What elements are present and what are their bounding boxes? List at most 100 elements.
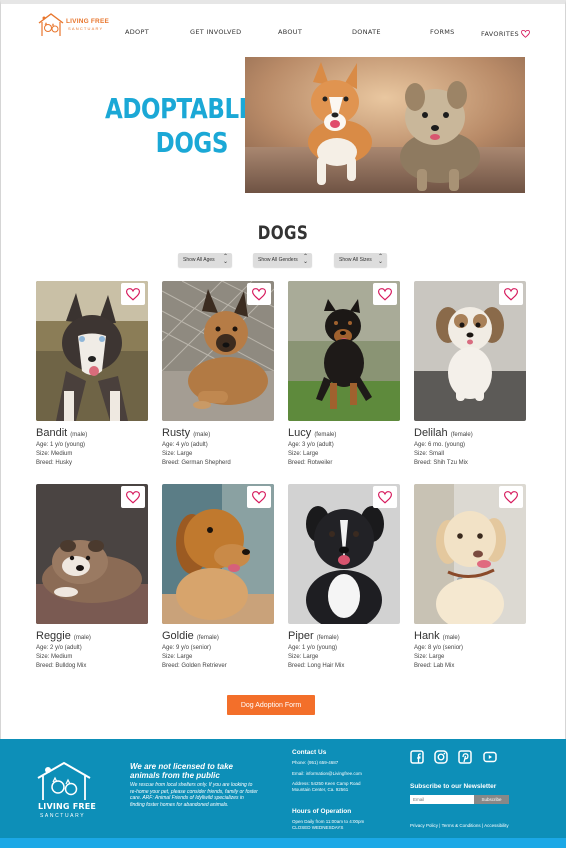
dog-sex: (male) (442, 635, 460, 641)
dog-name-line: Lucy (female) (288, 427, 336, 439)
dog-photo-shepherd[interactable] (162, 281, 274, 421)
dog-photo-long-hair[interactable] (288, 484, 400, 624)
newsletter-title: Subscribe to our Newsletter (410, 783, 497, 790)
size-filter-label: Show All Sizes (339, 257, 372, 263)
dog-photo-lab[interactable] (414, 484, 526, 624)
age-filter-select[interactable]: Show All Ages ⌃ ⌄ (178, 253, 232, 267)
newsletter-email-input[interactable] (410, 795, 474, 804)
heart-icon (252, 490, 266, 504)
dog-sex: (female) (450, 432, 473, 438)
dog-age: Age: 8 y/o (senior) (414, 645, 464, 651)
instagram-icon[interactable] (434, 750, 448, 764)
dog-photo-husky[interactable] (36, 281, 148, 421)
heart-icon (378, 490, 392, 504)
dog-name-line: Rusty (male) (162, 427, 210, 439)
footer-links: Privacy Policy | Terms & Conditions | Ac… (410, 823, 509, 828)
dog-age: Age: 4 y/o (adult) (162, 442, 208, 448)
dog-breed: Breed: Golden Retriever (162, 663, 227, 669)
dog-photo-bulldog[interactable] (36, 484, 148, 624)
dog-name-line: Hank (male) (414, 630, 460, 642)
hours-title: Hours of Operation (292, 808, 352, 815)
dog-name: Delilah (414, 427, 448, 439)
dog-name-line: Delilah (female) (414, 427, 473, 439)
heart-icon (504, 490, 518, 504)
nav-about[interactable]: ABOUT (278, 28, 302, 40)
dog-photo-golden[interactable] (162, 484, 274, 624)
gender-filter-select[interactable]: Show All Genders ⌃ ⌄ (253, 253, 312, 267)
chevron-updown-icon: ⌃ ⌄ (377, 254, 383, 265)
dog-sex: (female) (314, 432, 337, 438)
dog-age: Age: 3 y/o (adult) (288, 442, 334, 448)
facebook-icon[interactable] (410, 750, 424, 764)
chevron-updown-icon: ⌃ ⌄ (222, 254, 228, 265)
dog-sex: (female) (196, 635, 219, 641)
dog-name: Hank (414, 630, 440, 642)
dog-name: Piper (288, 630, 314, 642)
age-filter-label: Show All Ages (183, 257, 215, 263)
terms-link[interactable]: Terms & Conditions (442, 823, 481, 828)
nav-adopt[interactable]: ADOPT (125, 28, 149, 40)
nav-get-involved[interactable]: GET INVOLVED (190, 28, 241, 40)
dog-sex: (male) (193, 432, 211, 438)
link-separator: | (481, 823, 484, 828)
size-filter-select[interactable]: Show All Sizes ⌃ ⌄ (334, 253, 387, 267)
dog-name-line: Goldie (female) (162, 630, 219, 642)
favorite-button[interactable] (373, 283, 397, 305)
dog-size: Size: Large (414, 654, 445, 660)
dog-breed: Breed: Long Hair Mix (288, 663, 345, 669)
dog-sex: (male) (70, 432, 88, 438)
sanctuary-house-icon (38, 13, 64, 36)
footer-logo[interactable]: LIVING FREE SANCTUARY (34, 760, 96, 822)
footer-notice: We are not licensed to take animals from… (130, 762, 233, 780)
favorite-button[interactable] (121, 283, 145, 305)
favorite-button[interactable] (121, 486, 145, 508)
nav-favorites[interactable]: FAVORITES (481, 28, 530, 40)
privacy-policy-link[interactable]: Privacy Policy (410, 823, 438, 828)
heart-icon (126, 287, 140, 301)
nav-forms[interactable]: FORMS (430, 28, 455, 40)
hero-title: ADOPTABLE DOGS (105, 92, 254, 160)
footer-bottom-strip (0, 838, 566, 848)
dog-age: Age: 1 y/o (young) (36, 442, 86, 448)
nav-favorites-label: FAVORITES (481, 30, 519, 38)
dog-photo-rottweiler[interactable] (288, 281, 400, 421)
dog-name-line: Bandit (male) (36, 427, 87, 439)
dog-size: Size: Large (288, 451, 319, 457)
dog-adoption-form-button[interactable]: Dog Adoption Form (227, 695, 315, 715)
youtube-icon[interactable] (483, 750, 497, 764)
pinterest-icon[interactable] (458, 750, 472, 764)
dog-size: Size: Large (162, 654, 193, 660)
hero-image-dogs (245, 57, 525, 193)
footer-logo-sub: SANCTUARY (40, 813, 86, 819)
dog-photo-shih-tzu[interactable] (414, 281, 526, 421)
dog-sex: (male) (73, 635, 91, 641)
dog-breed: Breed: Rotweiler (288, 460, 333, 466)
favorite-button[interactable] (247, 486, 271, 508)
dog-breed: Breed: Husky (36, 460, 73, 466)
subscribe-button[interactable]: Subscribe (474, 795, 509, 804)
dog-sex: (female) (316, 635, 339, 641)
dog-age: Age: 2 y/o (adult) (36, 645, 82, 651)
brand-sub: SANCTUARY (68, 26, 104, 31)
contact-address-2: Mountain Center, Ca. 92561 (292, 787, 349, 792)
dog-name: Rusty (162, 427, 191, 439)
hours-line-2: CLOSED WEDNESDAYS (292, 825, 344, 830)
favorite-button[interactable] (247, 283, 271, 305)
section-title: DOGS (257, 222, 309, 244)
dog-name-line: Piper (female) (288, 630, 339, 642)
dog-size: Size: Small (414, 451, 445, 457)
favorite-button[interactable] (373, 486, 397, 508)
hero-title-line1: ADOPTABLE (105, 92, 254, 125)
nav-donate[interactable]: DONATE (352, 28, 381, 40)
heart-icon (252, 287, 266, 301)
brand-logo[interactable]: LIVING FREE SANCTUARY (36, 11, 109, 39)
heart-icon (126, 490, 140, 504)
contact-email[interactable]: Email: information@Livingfree.com (292, 771, 362, 777)
dog-breed: Breed: German Shepherd (162, 460, 231, 466)
dog-age: Age: 6 mo. (young) (414, 442, 466, 448)
favorite-button[interactable] (499, 486, 523, 508)
favorite-button[interactable] (499, 283, 523, 305)
dog-breed: Breed: Shih Tzu Mix (414, 460, 468, 466)
accessibility-link[interactable]: Accessibility (484, 823, 509, 828)
heart-icon (378, 287, 392, 301)
